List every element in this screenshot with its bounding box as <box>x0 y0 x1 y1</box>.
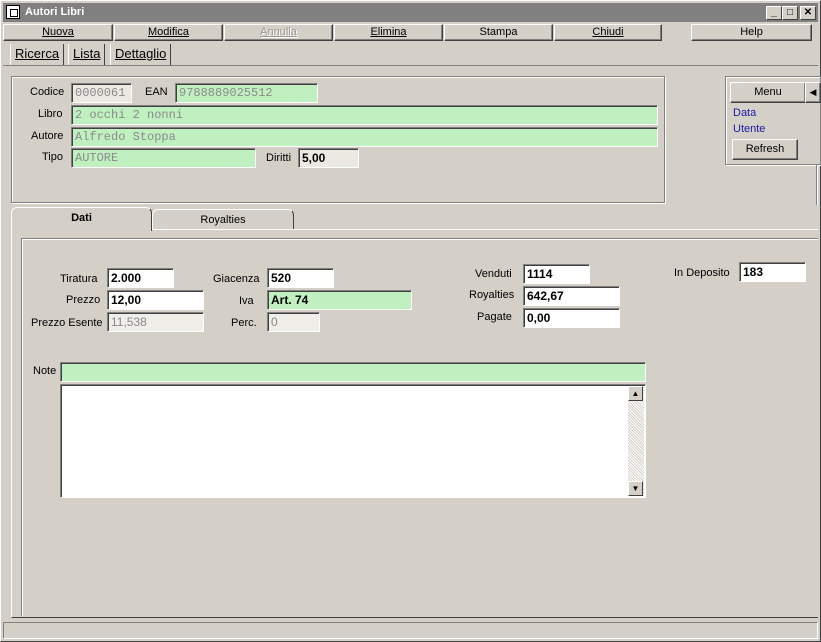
diritti-label: Diritti <box>266 152 292 164</box>
tab-royalties-label: Royalties <box>200 214 246 226</box>
ean-field[interactable]: 9788889025512 <box>175 83 318 103</box>
dati-inner-panel <box>21 238 818 616</box>
app-icon <box>6 5 20 19</box>
help-button[interactable]: Help <box>691 24 812 41</box>
libro-field[interactable]: 2 occhi 2 nonni <box>71 105 658 125</box>
tab-royalties[interactable]: Royalties <box>152 209 294 230</box>
elimina-label: Elimina <box>370 26 407 38</box>
codice-label: Codice <box>30 86 65 98</box>
elimina-button[interactable]: Elimina <box>334 24 443 41</box>
close-button[interactable]: ✕ <box>800 6 816 20</box>
tipo-label: Tipo <box>42 151 63 163</box>
tab-ricerca[interactable]: Ricerca <box>10 44 65 65</box>
annulla-label: Annulla <box>260 26 297 38</box>
minimize-button[interactable]: _ <box>766 6 782 20</box>
menu-button[interactable]: Menu <box>730 82 806 103</box>
menu-arrow-button[interactable]: ◀ <box>805 82 821 103</box>
diritti-field[interactable]: 5,00 <box>298 148 359 168</box>
annulla-button[interactable]: Annulla <box>224 24 333 41</box>
tab-dettaglio-label: Dettaglio <box>115 46 167 61</box>
tab-dati[interactable]: Dati <box>11 207 152 231</box>
modifica-button[interactable]: Modifica <box>114 24 223 41</box>
tab-ricerca-label: Ricerca <box>15 46 60 61</box>
modifica-label: Modifica <box>148 26 189 38</box>
ean-label: EAN <box>145 86 168 98</box>
maximize-button[interactable]: □ <box>782 6 798 20</box>
tab-dettaglio[interactable]: Dettaglio <box>110 44 172 65</box>
status-bar <box>3 622 818 639</box>
tab-lista[interactable]: Lista <box>68 44 106 65</box>
title-bar: Autori Libri _ □ ✕ <box>3 3 818 22</box>
tabs-divider <box>3 65 818 66</box>
stampa-button[interactable]: Stampa <box>444 24 553 41</box>
tipo-field[interactable]: AUTORE <box>71 148 256 168</box>
nuova-button[interactable]: Nuova <box>3 24 113 41</box>
nuova-label: Nuova <box>42 26 74 38</box>
tab-dati-label: Dati <box>71 212 92 224</box>
refresh-button[interactable]: Refresh <box>732 139 798 160</box>
codice-field[interactable]: 0000061 <box>71 83 132 103</box>
chiudi-label: Chiudi <box>592 26 624 38</box>
autore-field[interactable]: Alfredo Stoppa <box>71 127 658 147</box>
tab-lista-label: Lista <box>73 46 101 61</box>
window-title: Autori Libri <box>25 6 85 18</box>
chiudi-button[interactable]: Chiudi <box>554 24 662 41</box>
help-label: Help <box>740 26 763 38</box>
data-link[interactable]: Data <box>733 107 756 119</box>
panel-edge <box>816 165 818 205</box>
stampa-label: Stampa <box>479 26 518 38</box>
autore-label: Autore <box>31 130 64 142</box>
utente-link[interactable]: Utente <box>733 123 765 135</box>
libro-label: Libro <box>38 108 63 120</box>
